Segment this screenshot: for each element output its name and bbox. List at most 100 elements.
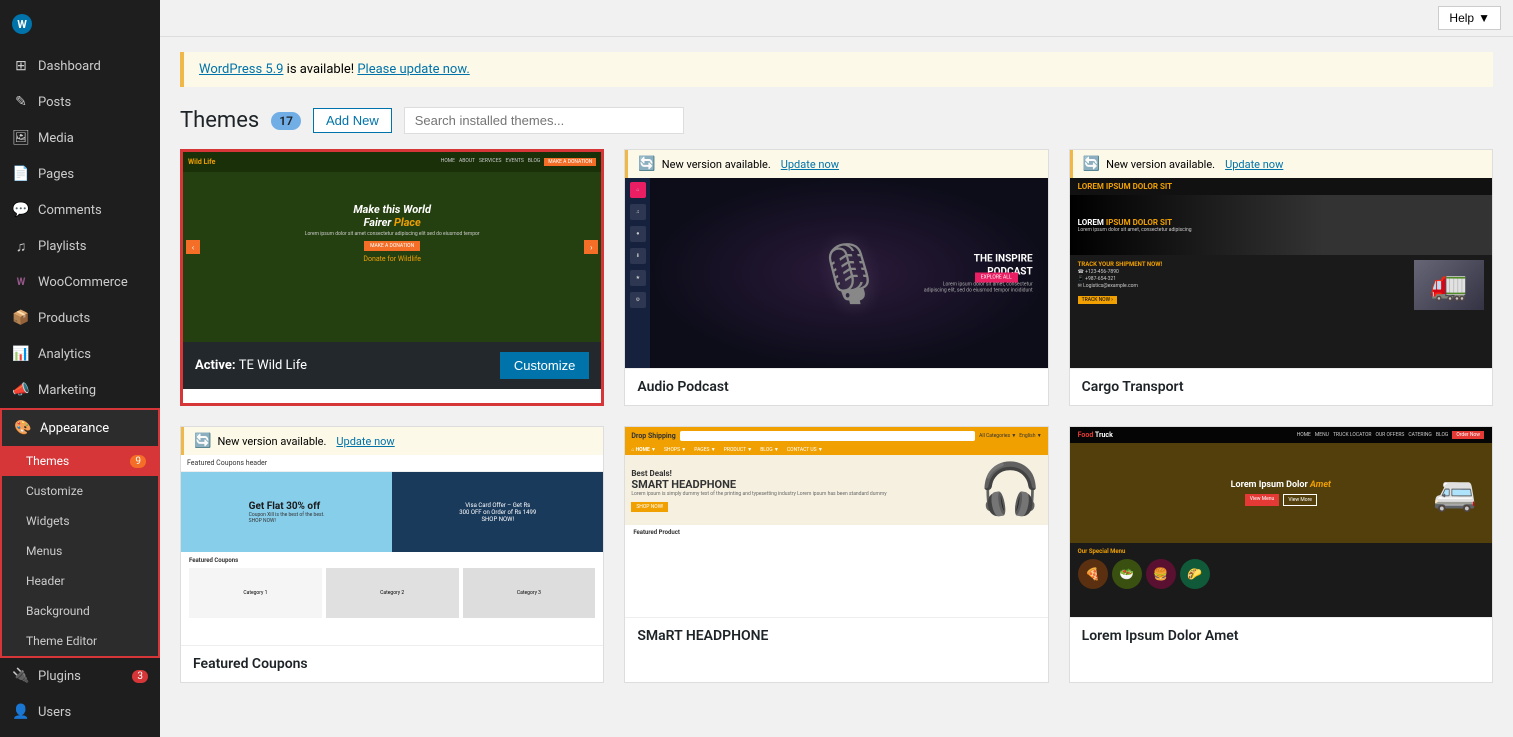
drop-headphone-icon: 🎧 [979,461,1041,519]
cargo-track-btn: TRACK NOW › [1078,296,1117,304]
sidebar-item-marketing[interactable]: 📣 Marketing [0,372,160,408]
wl-arrow-right[interactable]: › [584,240,598,254]
appearance-section: 🎨 Appearance Themes 9 Customize Widgets … [0,408,160,658]
sidebar-item-appearance[interactable]: 🎨 Appearance [2,410,158,446]
food-view-more-btn: View More [1283,494,1317,506]
wp-version-link[interactable]: WordPress 5.9 [199,62,283,77]
marketing-icon: 📣 [12,382,30,398]
wl-arrow-left[interactable]: ‹ [186,240,200,254]
sidebar-item-theme-editor[interactable]: Theme Editor [2,626,158,656]
cargo-subtitle: Lorem ipsum dolor sit amet, consectetur … [1078,227,1192,233]
sidebar-item-posts[interactable]: ✎ Posts [0,84,160,120]
cargo-section: TRACK YOUR SHIPMENT NOW! ☎ +123-456-7890… [1070,255,1492,315]
food-order-btn: Order Now [1452,431,1484,439]
food-logo: Food Truck [1078,431,1113,439]
sidebar-item-tools[interactable]: 🔧 Tools [0,730,160,737]
sidebar-logo[interactable]: W [0,0,160,48]
wl-nav-about: ABOUT [459,158,475,166]
pages-icon: 📄 [12,166,30,182]
background-label: Background [26,604,90,618]
ap-music: ♫ [630,204,646,220]
sidebar-item-label: Products [38,311,90,326]
sidebar-item-pages[interactable]: 📄 Pages [0,156,160,192]
sidebar-item-products[interactable]: 📦 Products [0,300,160,336]
food-item-4: 🌮 [1180,559,1210,589]
sidebar-item-users[interactable]: 👤 Users [0,694,160,730]
ap-dl: ⬇ [630,248,646,264]
drop-nav-pages: English ▼ [1019,433,1041,439]
ap-main: 🎙 THE INSPIREPODCAST Lorem ipsum dolor s… [650,178,1047,368]
cargo-update-link[interactable]: Update now [1225,158,1283,171]
food-nav: HOME MENU TRUCK LOCATOR OUR OFFERS CATER… [1297,432,1449,438]
analytics-icon: 📊 [12,346,30,362]
drop-featured-label: Featured Product [625,525,1047,540]
food-btn-group: View Menu View More [1231,494,1331,506]
theme-card-cargo: 🔄 New version available. Update now LORE… [1069,149,1493,406]
sidebar-item-widgets[interactable]: Widgets [2,506,158,536]
cargo-phone: ☎ +123-456-7890 [1078,269,1408,275]
help-button[interactable]: Help ▼ [1438,6,1501,30]
cat-2: Category 2 [326,568,459,618]
cargo-preview: LOREM IPSUM DOLOR SIT LOREM IPSUM DOLOR … [1070,178,1492,368]
sidebar-item-customize[interactable]: Customize [2,476,158,506]
add-new-button[interactable]: Add New [313,108,392,133]
sidebar-item-dashboard[interactable]: ⊞ Dashboard [0,48,160,84]
ap-mic-icon: 🎙 [811,238,887,309]
wp-icon: W [12,14,32,34]
themes-grid: Wild Life HOME ABOUT SERVICES EVENTS BLO… [160,149,1513,703]
plugins-badge: 3 [132,670,148,683]
audio-update-link[interactable]: Update now [781,158,839,171]
drop-hero-text: Best Deals! SMART HEADPHONE Lorem ipsum … [631,469,973,512]
header-label: Header [26,574,65,588]
ap-subtitle: Lorem ipsum dolor sit amet, consectetura… [924,282,1033,294]
sidebar-item-plugins[interactable]: 🔌 Plugins 3 [0,658,160,694]
food-offer: OUR OFFERS [1376,432,1405,438]
page-header: Themes 17 Add New [160,87,1513,149]
update-icon-coupon: 🔄 [194,433,211,449]
wild-life-footer: Active: TE Wild Life Customize [183,342,601,389]
food-section: Our Special Menu 🍕 🥗 🍔 🌮 [1070,543,1492,594]
search-input[interactable] [404,107,684,134]
comments-icon: 💬 [12,202,30,218]
sidebar-item-background[interactable]: Background [2,596,158,626]
coupon-left-panel: Get Flat 30% off Coupon Xill is the best… [181,472,392,552]
sidebar-item-label: Appearance [40,421,109,436]
wl-nav-blog: BLOG [528,158,541,166]
wild-life-preview: Wild Life HOME ABOUT SERVICES EVENTS BLO… [183,152,601,342]
customize-label: Customize [26,484,83,498]
update-icon-cargo: 🔄 [1083,156,1100,172]
wl-hero-title: Make this WorldFairer Place [353,203,431,229]
sidebar-item-label: Marketing [38,383,96,398]
food-locate: TRUCK LOCATOR [1333,432,1372,438]
food-hero-text: Lorem Ipsum Dolor Amet View Menu View Mo… [1231,480,1331,506]
cargo-truck-image: 🚛 [1414,260,1484,310]
drop-shop-btn: SHOP NOW! [631,502,668,512]
sidebar-item-analytics[interactable]: 📊 Analytics [0,336,160,372]
sidebar-item-woocommerce[interactable]: W WooCommerce [0,265,160,300]
theme-card-coupon: 🔄 New version available. Update now Feat… [180,426,604,683]
coupon-update-text: New version available. [217,435,326,448]
sidebar-item-label: Pages [38,167,74,182]
cat-1: Category 1 [189,568,322,618]
sidebar-item-menus[interactable]: Menus [2,536,158,566]
customize-button[interactable]: Customize [500,352,589,379]
cargo-hero: LOREM IPSUM DOLOR SIT Lorem ipsum dolor … [1070,195,1492,255]
food-special-menu: Our Special Menu [1078,548,1484,555]
coupon-right-panel: Visa Card Offer – Get Rs300 OFF on Order… [392,472,603,552]
sidebar-item-header[interactable]: Header [2,566,158,596]
wl-nav-services: SERVICES [479,158,501,166]
coupon-category-list: Category 1 Category 2 Category 3 [189,568,595,618]
coupon-update-link[interactable]: Update now [336,435,394,448]
wl-nav-events: EVENTS [506,158,524,166]
cargo-hero-text: LOREM IPSUM DOLOR SIT Lorem ipsum dolor … [1078,218,1192,233]
sidebar-item-label: Posts [38,95,71,110]
cargo-phone2: 📱 +987-654-321 [1078,276,1408,282]
update-now-link[interactable]: Please update now. [357,62,469,77]
sidebar-item-playlists[interactable]: ♫ Playlists [0,228,160,265]
sidebar-item-comments[interactable]: 💬 Comments [0,192,160,228]
coupon-p: Coupon Xill is the best of the best.SHOP… [249,512,325,524]
sidebar-item-label: Comments [38,203,102,218]
sidebar-item-media[interactable]: 🖼 Media [0,120,160,156]
sidebar-item-themes[interactable]: Themes 9 [2,446,158,476]
users-label: Users [38,705,71,720]
